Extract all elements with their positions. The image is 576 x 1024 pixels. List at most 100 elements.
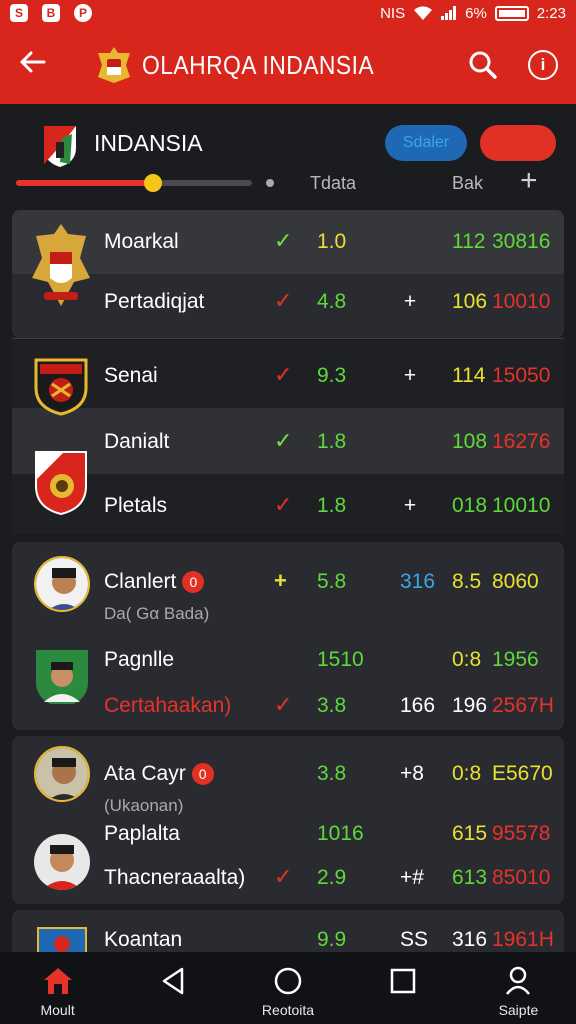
- nav-label: Reotoita: [261, 1002, 315, 1018]
- nav-profile[interactable]: Saipte: [461, 952, 576, 1024]
- value-2: SS: [400, 928, 429, 951]
- table-row[interactable]: Pletals ✓ 1.8 + 018 10010: [12, 486, 564, 526]
- nav-recents[interactable]: Reotoita: [230, 952, 345, 1024]
- value-4: 10010: [492, 290, 551, 313]
- table-row[interactable]: Senai ✓ 9.3 + 114 15050: [12, 356, 564, 396]
- value-1: 3.8: [317, 762, 347, 785]
- check-icon: ✓: [274, 362, 293, 387]
- value-1: 9.9: [317, 928, 347, 951]
- value-2: +: [403, 290, 417, 313]
- results-card-2: Senai ✓ 9.3 + 114 15050 Danialt ✓ 1.8 10…: [12, 340, 564, 534]
- nav-label: Saipte: [498, 1002, 539, 1018]
- table-row[interactable]: Certahaakan) ✓ 3.8 166 196 2567H: [12, 686, 564, 726]
- country-shield-icon: [44, 126, 76, 167]
- garuda-logo-icon: [98, 47, 130, 83]
- p-icon: P: [74, 4, 92, 22]
- value-3: 114: [452, 364, 486, 387]
- app-title: OLAHRQA INDANSIA: [142, 49, 375, 80]
- nav-home[interactable]: Moult: [0, 952, 115, 1024]
- row-label: Moarkal: [104, 230, 179, 253]
- value-1: 2.9: [317, 866, 347, 889]
- search-icon[interactable]: [468, 50, 498, 80]
- home-icon: [43, 968, 72, 994]
- value-3: 0:8: [452, 762, 482, 785]
- value-2: +: [403, 494, 417, 517]
- player-card-1: Clanlert 0 Dа( Gα Bada) + 5.8 316 8.5 806…: [12, 542, 564, 730]
- value-4: 10010: [492, 494, 551, 517]
- value-4: E5670: [492, 762, 553, 785]
- check-icon: ✓: [274, 692, 293, 717]
- table-row[interactable]: Thacneraaalta) ✓ 2.9 +# 613 85010: [12, 858, 564, 898]
- dot-icon: [266, 179, 274, 187]
- table-row[interactable]: Koantan 9.9 SS 316 1961H: [12, 920, 564, 952]
- info-icon[interactable]: i: [528, 50, 558, 80]
- table-row[interactable]: Danialt ✓ 1.8 108 16276: [12, 422, 564, 462]
- value-4: 2567H: [492, 694, 554, 717]
- table-row[interactable]: Pertadiqjat ✓ 4.8 + 106 10010: [12, 282, 564, 322]
- battery-icon: [494, 5, 529, 21]
- value-4: 95578: [492, 822, 551, 845]
- check-icon: ✓: [274, 288, 293, 313]
- value-1: 1.8: [317, 494, 347, 517]
- clock: 2:23: [536, 4, 566, 22]
- filter-button-red[interactable]: Nayry: [480, 125, 556, 161]
- back-arrow-icon[interactable]: [18, 48, 58, 82]
- row-label: Pletals: [104, 494, 168, 517]
- value-1: 5.8: [317, 570, 347, 593]
- value-2: 166: [400, 694, 436, 717]
- progress-slider[interactable]: [16, 174, 252, 192]
- nav-overview[interactable]: [346, 952, 461, 1024]
- value-2: +#: [400, 866, 424, 889]
- row-sublabel: (Ukaonan): [104, 796, 184, 815]
- table-row[interactable]: Clanlert 0 Dа( Gα Bada) + 5.8 316 8.5 806…: [12, 562, 564, 623]
- row-label: Ata Cayr 0: [104, 762, 214, 786]
- row-label: Pertadiqjat: [104, 290, 205, 313]
- b-icon: B: [42, 4, 60, 22]
- circle-icon: [274, 967, 302, 995]
- app-bar: OLAHRQA INDANSIA i: [0, 26, 576, 104]
- bottom-nav: Moult Reotoita Saipte: [0, 952, 576, 1024]
- value-1: 9.3: [317, 364, 347, 387]
- results-card-1: Moarkal ✓ 1.0 112 30816 Pertadiqjat ✓ 4.…: [12, 210, 564, 338]
- row-label: Senai: [104, 364, 158, 387]
- table-row[interactable]: Pagnlle 1510 0:8 1956: [12, 640, 564, 680]
- table-row[interactable]: Moarkal ✓ 1.0 112 30816: [12, 222, 564, 262]
- value-4: 1961H: [492, 928, 554, 951]
- notification-badge: 0: [182, 571, 205, 594]
- value-3: 316: [452, 928, 488, 951]
- person-icon: [506, 966, 531, 995]
- value-4: 8060: [492, 570, 539, 593]
- value-2: 316: [400, 570, 436, 593]
- table-row[interactable]: Paplalta 1016 615 95578: [12, 814, 564, 854]
- check-icon: ✓: [274, 428, 293, 453]
- slider-knob[interactable]: [143, 174, 162, 192]
- row-label: Clanlert 0: [104, 570, 205, 594]
- table-row[interactable]: Ata Cayr 0 (Ukaonan) 3.8 +8 0:8 E5670: [12, 754, 564, 815]
- add-icon[interactable]: +: [520, 164, 538, 198]
- row-label: Danialt: [104, 430, 170, 453]
- value-4: 15050: [492, 364, 551, 387]
- value-1: 1016: [317, 822, 364, 845]
- slider-fill: [16, 180, 153, 186]
- results-card-3: Koantan 9.9 SS 316 1961H: [12, 910, 564, 952]
- value-3: 0:8: [452, 648, 482, 671]
- value-1: 1510: [317, 648, 364, 671]
- player-card-2: Ata Cayr 0 (Ukaonan) 3.8 +8 0:8 E5670 Pap…: [12, 736, 564, 904]
- row-label: Thacneraaalta): [104, 866, 246, 889]
- network-indicator: NIS: [380, 4, 406, 22]
- nav-back[interactable]: [115, 952, 230, 1024]
- notification-badge: 0: [191, 763, 214, 786]
- check-icon: ✓: [274, 228, 293, 253]
- value-4: 30816: [492, 230, 551, 253]
- filter-button-blue[interactable]: Sdaler: [385, 125, 467, 161]
- value-3: 018: [452, 494, 488, 517]
- row-sublabel: Dа( Gα Bada): [104, 604, 210, 623]
- wifi-icon: [414, 6, 433, 20]
- country-name: INDANSIA: [94, 130, 203, 156]
- s-icon: S: [10, 4, 28, 22]
- value-3: 613: [452, 866, 488, 889]
- value-3: 108: [452, 430, 488, 453]
- player-name: Clanlert: [104, 570, 177, 593]
- plus-icon: +: [274, 568, 287, 593]
- value-3: 112: [452, 230, 486, 253]
